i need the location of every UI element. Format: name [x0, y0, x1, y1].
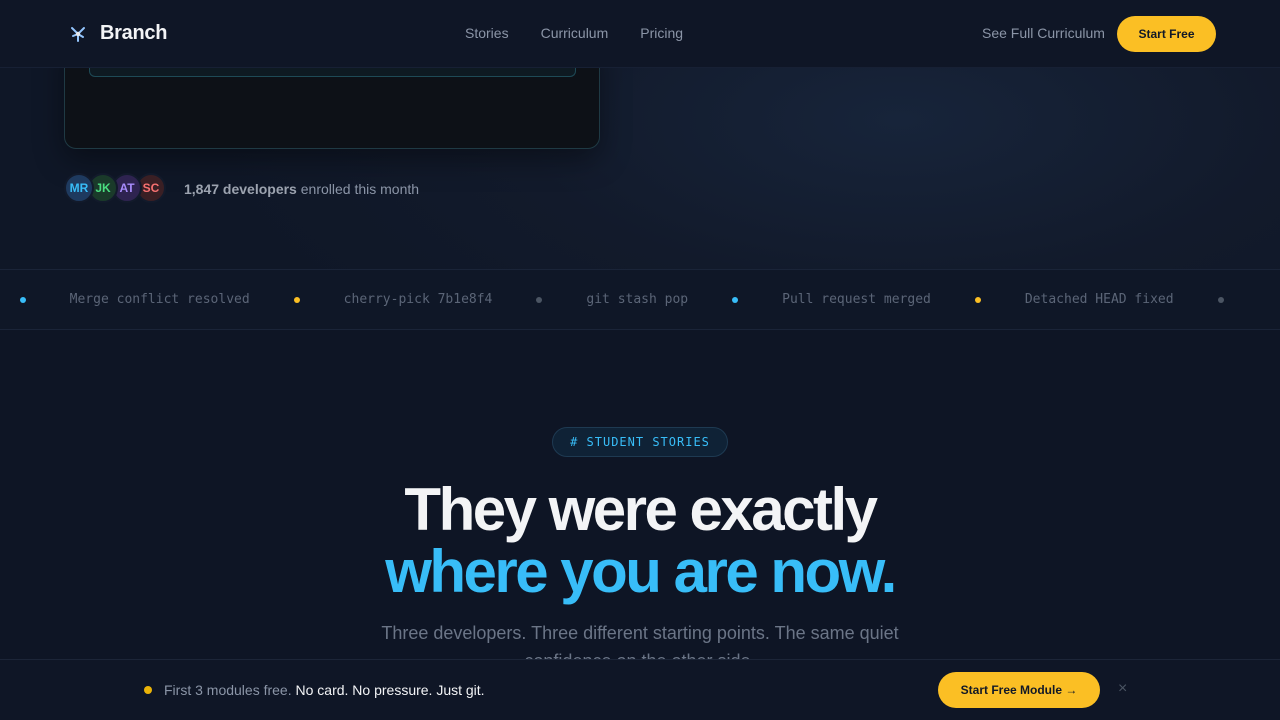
- ticker-item: Merge conflict resolved: [69, 292, 250, 307]
- brand-logo[interactable]: Branch: [68, 22, 167, 45]
- main-nav: Stories Curriculum Pricing: [465, 25, 715, 41]
- ticker-item: cherry-pick 7b1e8f4: [343, 292, 493, 307]
- ticker-dot: [1217, 296, 1224, 303]
- banner-strong: No card. No pressure. Just git.: [291, 682, 485, 698]
- start-free-module-button[interactable]: Start Free Module →: [938, 672, 1100, 708]
- avatar: MR: [64, 173, 94, 203]
- headline-line-2: where you are now.: [385, 538, 897, 605]
- enrolled-count: 1,847 developers: [184, 181, 297, 197]
- site-header: Branch Stories Curriculum Pricing See Fu…: [0, 0, 1280, 68]
- ticker-item: Detached HEAD fixed: [1024, 292, 1174, 307]
- ticker-dot: [974, 296, 981, 303]
- ticker-dot: [293, 296, 300, 303]
- banner-lead: First 3 modules free.: [164, 682, 292, 698]
- banner-text: First 3 modules free. No card. No pressu…: [164, 682, 485, 698]
- nav-pricing[interactable]: Pricing: [640, 25, 683, 41]
- nav-curriculum[interactable]: Curriculum: [541, 25, 609, 41]
- activity-ticker: -3Merge conflict resolvedcherry-pick 7b1…: [0, 269, 1280, 330]
- ticker-dot: [19, 296, 26, 303]
- ticker-dot: [536, 296, 543, 303]
- brand-name: Branch: [100, 22, 168, 44]
- close-icon[interactable]: ×: [1118, 680, 1127, 698]
- section-tag: # STUDENT STORIES: [552, 427, 728, 457]
- ticker-track: -3Merge conflict resolvedcherry-pick 7b1…: [0, 292, 1268, 307]
- ticker-dot: [732, 296, 739, 303]
- ticker-item: Pull request merged: [782, 292, 931, 307]
- promo-banner: First 3 modules free. No card. No pressu…: [0, 659, 1280, 720]
- section-headline: They were exactly where you are now.: [0, 479, 1280, 603]
- see-full-curriculum-link[interactable]: See Full Curriculum: [982, 25, 1105, 41]
- ticker-item: git stash pop: [586, 292, 689, 307]
- headline-line-1: They were exactly: [404, 476, 878, 543]
- enrolled-suffix: enrolled this month: [296, 181, 420, 197]
- avatar-stack: MR JK AT SC: [64, 173, 166, 203]
- start-free-button[interactable]: Start Free: [1117, 16, 1216, 52]
- branch-logo-icon: [71, 26, 85, 42]
- enrolled-text: 1,847 developers enrolled this month: [184, 181, 419, 197]
- nav-stories[interactable]: Stories: [465, 25, 509, 41]
- banner-status-dot: [144, 686, 152, 694]
